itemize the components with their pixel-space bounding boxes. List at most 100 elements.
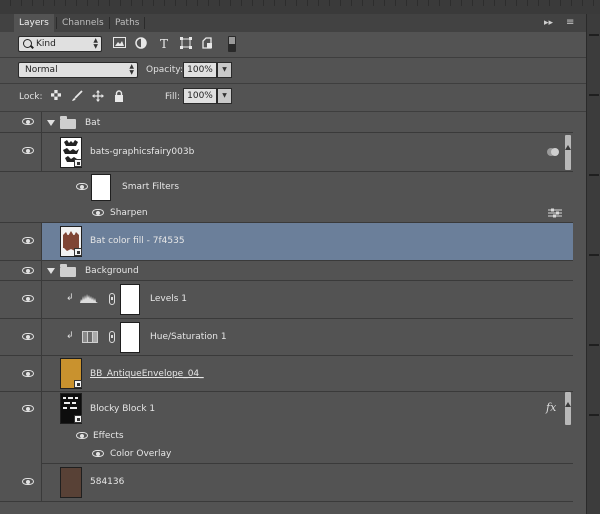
visibility-cell: [0, 281, 42, 318]
layer-name: bats-graphicsfairy003b: [90, 147, 195, 157]
adjustment-filter-icon[interactable]: [134, 37, 148, 51]
layer-antique-envelope[interactable]: BB_AntiqueEnvelope_04_: [0, 356, 573, 392]
visibility-eye-icon[interactable]: [22, 237, 34, 244]
fill-input[interactable]: 100%: [183, 88, 217, 104]
visibility-cell: [0, 261, 42, 280]
clipping-mask-arrow-icon: ↲: [66, 293, 74, 303]
scrollbar-thumb[interactable]: [565, 392, 571, 425]
filter-sharpen-row[interactable]: Sharpen: [0, 203, 573, 223]
updown-arrows-icon: ▲ ▼: [129, 63, 134, 76]
layer-group-bat[interactable]: Bat: [0, 112, 573, 133]
layer-name: Levels 1: [150, 294, 188, 304]
filter-kind-label: Kind: [36, 39, 56, 49]
tab-channels[interactable]: Channels: [57, 14, 109, 32]
visibility-eye-icon[interactable]: [22, 267, 34, 274]
opacity-label: Opacity:: [146, 65, 183, 75]
blend-mode-select[interactable]: Normal ▲ ▼: [18, 62, 138, 78]
scroll-up-arrow-icon[interactable]: [565, 145, 571, 150]
lock-transparent-icon[interactable]: [49, 90, 62, 103]
smart-object-badge-icon: [74, 248, 82, 256]
layer-name: 584136: [90, 477, 125, 487]
layer-hue-saturation-1[interactable]: ↲ Hue/Saturation 1: [0, 319, 573, 356]
filter-name: Sharpen: [110, 208, 148, 218]
type-filter-icon[interactable]: T: [157, 37, 171, 51]
smart-filters-row[interactable]: Smart Filters: [0, 172, 573, 203]
effect-color-overlay-row[interactable]: Color Overlay: [42, 445, 573, 464]
effect-name: Color Overlay: [110, 449, 172, 459]
scrollbar-thumb[interactable]: [565, 135, 571, 170]
smart-object-badge-icon: [74, 159, 82, 167]
gutter-mark: [589, 94, 599, 96]
panel-grip[interactable]: [0, 0, 600, 6]
layer-blocky-block-1[interactable]: Blocky Block 1 fx: [0, 392, 573, 464]
smart-filters-indicator-icon[interactable]: [546, 147, 560, 157]
lock-label: Lock:: [19, 92, 43, 102]
tab-paths[interactable]: Paths: [110, 14, 144, 32]
layer-bat-color-fill[interactable]: Bat color fill - 7f4535: [0, 223, 573, 261]
mask-link-icon[interactable]: [109, 331, 115, 343]
search-icon: [23, 39, 32, 48]
visibility-cell: [0, 172, 42, 203]
lock-all-icon[interactable]: [112, 90, 125, 103]
layer-levels-1[interactable]: ↲ Levels 1: [0, 281, 573, 319]
visibility-cell: [0, 464, 42, 501]
visibility-eye-icon[interactable]: [22, 147, 34, 154]
layer-effects-fx-icon[interactable]: fx: [546, 401, 556, 414]
visibility-eye-icon[interactable]: [92, 450, 104, 457]
visibility-eye-icon[interactable]: [76, 432, 88, 439]
scroll-up-arrow-icon[interactable]: [565, 402, 571, 407]
visibility-eye-icon[interactable]: [22, 478, 34, 485]
visibility-eye-icon[interactable]: [22, 333, 34, 340]
blending-options-icon[interactable]: [548, 208, 562, 218]
layer-name: BB_AntiqueEnvelope_04_: [90, 369, 204, 379]
tab-layers[interactable]: Layers: [14, 14, 54, 32]
blend-mode-label: Normal: [25, 65, 58, 75]
folder-icon: [60, 116, 76, 129]
layer-name: Background: [85, 266, 139, 276]
expand-triangle-icon[interactable]: [47, 120, 55, 126]
lock-image-icon[interactable]: [70, 90, 83, 103]
layer-mask-thumbnail[interactable]: [120, 284, 140, 315]
layer-bats-smart-object[interactable]: bats-graphicsfairy003b: [0, 133, 573, 172]
shape-filter-icon[interactable]: [179, 37, 193, 51]
fill-label: Fill:: [165, 92, 181, 102]
visibility-cell: [0, 319, 42, 355]
lock-position-icon[interactable]: [91, 90, 104, 103]
mask-link-icon[interactable]: [109, 293, 115, 305]
smart-object-filter-icon[interactable]: [201, 37, 215, 51]
effects-label: Effects: [93, 431, 124, 441]
collapse-panel-icon[interactable]: ▸▸: [544, 14, 553, 32]
gutter-mark: [589, 344, 599, 346]
effects-row[interactable]: Effects: [42, 427, 573, 445]
filter-mask-thumbnail[interactable]: [91, 174, 111, 201]
filter-toggle-switch[interactable]: [228, 36, 236, 52]
layer-solid-584136[interactable]: 584136: [0, 464, 573, 502]
smart-object-badge-icon: [74, 380, 82, 388]
layer-group-background[interactable]: Background: [0, 261, 573, 281]
fill-dropdown-arrow[interactable]: ▼: [217, 88, 232, 104]
filter-kind-select[interactable]: Kind ▲ ▼: [18, 36, 102, 52]
layer-mask-thumbnail[interactable]: [120, 322, 140, 353]
gutter-mark: [589, 174, 599, 176]
layer-thumbnail: [60, 467, 82, 498]
visibility-eye-icon[interactable]: [22, 118, 34, 125]
visibility-eye-icon[interactable]: [22, 295, 34, 302]
visibility-cell: [0, 223, 42, 260]
clipping-mask-arrow-icon: ↲: [66, 331, 74, 341]
visibility-cell: [0, 392, 42, 464]
gutter-mark: [589, 34, 599, 36]
opacity-input[interactable]: 100%: [183, 62, 217, 78]
expand-triangle-icon[interactable]: [47, 268, 55, 274]
layer-name: Smart Filters: [122, 182, 180, 192]
panel-menu-icon[interactable]: ≡: [566, 14, 574, 32]
visibility-cell: [0, 133, 42, 171]
visibility-eye-icon[interactable]: [22, 405, 34, 412]
layer-name: Blocky Block 1: [90, 404, 156, 414]
visibility-eye-icon[interactable]: [76, 183, 88, 190]
layer-name: Bat: [85, 118, 101, 128]
image-filter-icon[interactable]: [112, 37, 126, 51]
opacity-dropdown-arrow[interactable]: ▼: [217, 62, 232, 78]
levels-adjustment-icon: [80, 294, 98, 303]
visibility-eye-icon[interactable]: [92, 209, 104, 216]
visibility-eye-icon[interactable]: [22, 370, 34, 377]
